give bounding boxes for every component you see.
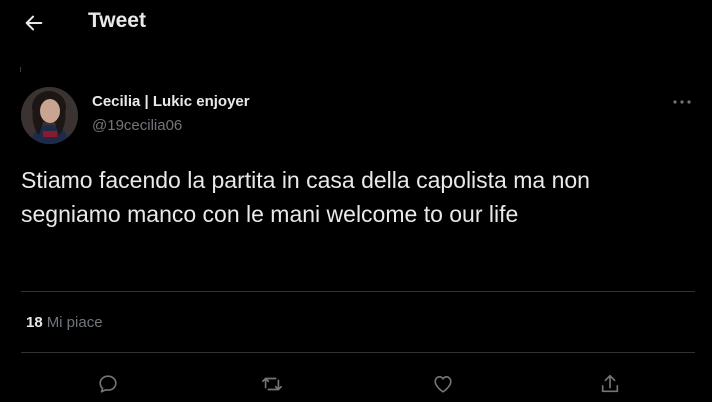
more-horizontal-icon	[673, 100, 691, 104]
likes-count: 18	[26, 314, 43, 331]
divider	[21, 291, 695, 292]
retweet-button[interactable]	[258, 371, 286, 397]
avatar-photo	[21, 87, 78, 144]
likes-stat[interactable]: 18 Mi piace	[26, 314, 103, 331]
more-options-button[interactable]	[666, 92, 698, 112]
tweet-text: Stiamo facendo la partita in casa della …	[21, 167, 590, 227]
like-button[interactable]	[429, 371, 457, 397]
like-icon	[434, 376, 452, 393]
reply-icon	[99, 375, 117, 393]
tweet-detail-page: Tweet Cecilia | Lukic enjoyer @19cecilia…	[0, 0, 712, 402]
page-title: Tweet	[88, 9, 146, 32]
author-display-name[interactable]: Cecilia | Lukic enjoyer	[92, 93, 250, 110]
likes-label: Mi piace	[46, 314, 103, 331]
author-handle[interactable]: @19cecilia06	[92, 117, 182, 134]
arrow-left-icon	[25, 15, 43, 31]
avatar[interactable]	[21, 87, 78, 144]
share-button[interactable]	[596, 371, 624, 397]
divider	[21, 352, 695, 353]
retweet-icon	[262, 377, 282, 391]
back-button[interactable]	[18, 8, 50, 38]
top-bar: Tweet	[0, 0, 712, 46]
thread-connector	[20, 67, 21, 72]
reply-button[interactable]	[94, 371, 122, 397]
share-icon	[601, 374, 619, 393]
